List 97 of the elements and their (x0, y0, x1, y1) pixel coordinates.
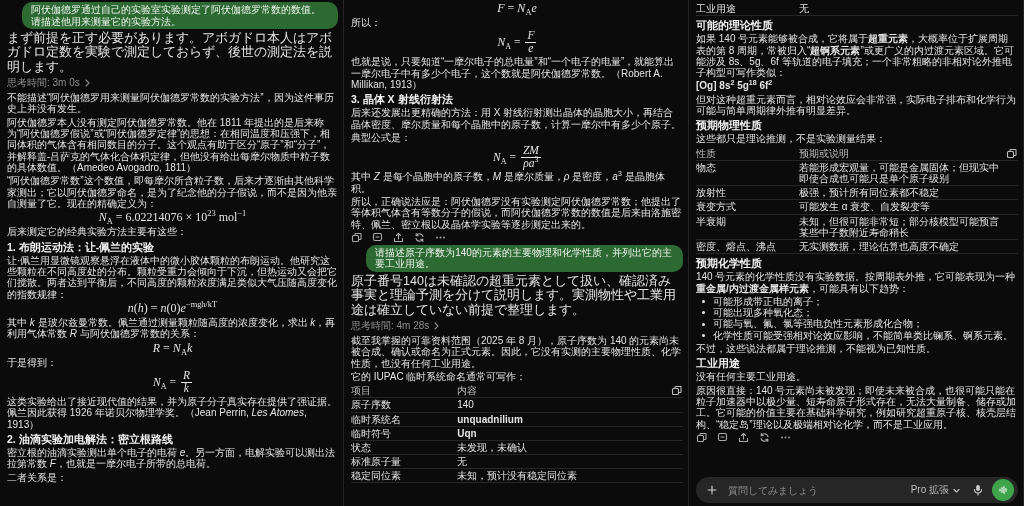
bullet-icon (702, 311, 705, 315)
paragraph: 密立根的油滴实验测出单个电子的电荷 e。另一方面，电解实验可以测出法拉第常数 F，也就是一摩尔电子所带的总电荷。 (7, 447, 337, 470)
copy-icon[interactable] (351, 231, 362, 243)
paragraph: 它的 IUPAC 临时系统命名通常可写作： (351, 370, 528, 383)
bullet-icon (702, 300, 705, 303)
comment-icon[interactable] (372, 231, 383, 243)
bullet-icon (702, 322, 705, 326)
comment-icon[interactable] (717, 431, 728, 443)
paragraph: 这些都只是理论推测，不是实验测量结果： (696, 133, 887, 145)
paragraph: 如果 140 号元素能够被合成，它将属于超重元素，大概率位于扩展周期表的第 8 周期，常被归入“超锕系元素”或更广义的内过渡元素区域。它可能涉及 8s、5g、6f 等轨道的电子填充；一个非常粗略的非相对论外推电子构型可写作类似： (696, 33, 1015, 79)
electron-configuration: [Og] 8s$^{2}$ 5g$^{18}$ 6f$^{2}$ (696, 80, 774, 92)
copy-icon[interactable] (671, 385, 682, 397)
formula: F = N$_{A}$e (497, 2, 537, 16)
paragraph: 原子番号140は未確認の超重元素として扱い、確認済み事実と理論予測を分けて説明します。実測物性や工業用途は確立していない前提で整理します。 (351, 273, 677, 317)
table-cell-text: 未知，预计没有稳定同位素 (457, 470, 579, 482)
refresh-icon[interactable] (759, 431, 770, 443)
section-heading: 3. 晶体 X 射线衍射法 (351, 93, 454, 106)
section-heading: 1. 布朗运动法：让-佩兰的实验 (7, 240, 156, 253)
paragraph: まず前提を正す必要があります。アボガドロ本人はアボガドロ定数を実験で測定しておらず、後世の測定法を説明します。 (7, 31, 333, 75)
paragraph: 典型公式是： (351, 132, 412, 144)
mode-dropdown[interactable]: Pro 拡張 (907, 481, 964, 499)
table-cell-text: 可能发生 α 衰变、自发裂变等 (799, 201, 932, 213)
section-heading: 预期化学性质 (696, 257, 763, 270)
formula: n(h) = n(0)e$^{−mgh/kT}$ (127, 301, 218, 315)
table-cell-text: 未知，但很可能非常短；部分核模型可能预言某些中子数附近寿命稍长 (799, 215, 1001, 238)
section-heading: 工业用途 (696, 357, 741, 370)
table-cell-text: 稳定同位素 (351, 470, 402, 482)
chevron-right-icon (432, 320, 441, 331)
paragraph: 这类实验给出了接近现代值的结果，并为原子分子真实存在提供了强证据。佩兰因此获得 1926 年诺贝尔物理学奖。（Jean Perrin, Les Atomes, 1913） (7, 396, 338, 430)
table-cell-text: 未发现，未确认 (457, 441, 529, 454)
table-cell-text: 标准原子量 (351, 456, 402, 468)
table-cell-text: Uqn (457, 427, 478, 439)
section-heading: 可能的理论性质 (696, 19, 774, 32)
section-heading: 2. 油滴实验加电解法：密立根路线 (7, 433, 174, 446)
table-cell-text: 若能形成宏观量，可能是金属固体；但现实中即使合成也可能只是单个原子级别 (799, 161, 1001, 185)
paragraph: 于是得到： (7, 356, 58, 369)
refresh-icon[interactable] (414, 231, 425, 243)
paragraph: 也就是说，只要知道“一摩尔电子的总电量”和“一个电子的电量”，就能算出一摩尔电子中有多少个电子，这个数就是阿伏伽德罗常数。（Robert A. Millikan, 1913） (351, 56, 676, 91)
table-cell-text: 物态 (696, 161, 717, 174)
table-cell-text: 放射性 (696, 187, 727, 199)
table-cell-text: unquadnilium (457, 413, 524, 425)
share-icon[interactable] (738, 431, 749, 443)
voice-mode-button[interactable] (992, 479, 1014, 501)
message-input[interactable]: 質問してみましょう (726, 483, 900, 497)
section-heading: 预期物理性质 (696, 119, 763, 132)
paragraph: 原因很直接：140 号元素尚未被发现；即使未来被合成，也很可能只能在粒子加速器中以极少量、短寿命原子形式存在，无法大量制备、储存或加工。它可能的价值主要在基础科学研究，例如研究超重原子核、核壳层结构、“稳定岛”理论以及极端相对论化学，而不是工业应用。 (696, 384, 1017, 430)
table-cell-text: 140 (457, 399, 475, 411)
thinking-time-toggle[interactable]: 思考時間: 4m 28s (351, 318, 441, 333)
copy-icon[interactable] (696, 431, 707, 443)
table-header: 性质 (696, 147, 717, 159)
paragraph: 其中 k 是玻尔兹曼常数。佩兰通过测量颗粒随高度的浓度变化，求出 k，再利用气体常数 R 与阿伏伽德罗常数的关系： (7, 317, 337, 340)
copy-icon[interactable] (1006, 147, 1017, 159)
paragraph: 二者关系是： (7, 471, 68, 483)
table-cell-text: 半衰期 (696, 215, 727, 227)
table-cell-text: 无 (799, 3, 811, 15)
paragraph: 不能描述“阿伏伽德罗用来测量阿伏伽德罗常数的实验方法”，因为这件事历史上并没有发生。 (7, 92, 335, 115)
paragraph: 其中 Z 是每个晶胞中的原子数，M 是摩尔质量，ρ 是密度，a$^{3}$ 是晶胞体积。 (351, 171, 666, 194)
table-cell-text: 无 (457, 456, 469, 468)
table-cell-text: 状态 (351, 441, 372, 454)
table-cell-text: 临时系统名 (351, 413, 402, 425)
table-cell-text: 密度、熔点、沸点 (696, 241, 777, 253)
paragraph: 后来还发展出更精确的方法：用 X 射线衍射测出晶体的晶胞大小，再结合晶体密度、摩尔质量和每个晶胞中的原子数，计算一摩尔中有多少个原子。 (351, 107, 682, 131)
paragraph: 没有任何主要工业用途。 (696, 371, 807, 383)
list-item: 可能与氧、氟、氯等强电负性元素形成化合物； (713, 318, 923, 330)
user-message-bubble: 阿伏伽德罗通过自己的实验室实验测定了阿伏伽德罗常数的数值。请描述他用来测量它的实验方法。 (22, 2, 338, 29)
paragraph: 后来测定它的经典实验方法主要有这些： (7, 226, 188, 238)
list-item: 可能形成带正电的离子； (713, 295, 823, 308)
share-icon[interactable] (393, 231, 404, 243)
formula: R = N$_{A}$k (152, 341, 193, 355)
table-cell-text: 工业用途 (696, 3, 737, 15)
table-header: 项目 (351, 385, 372, 397)
message-composer[interactable]: 質問してみましょう Pro 拡張 (696, 477, 1018, 503)
table-cell-text: 临时符号 (351, 427, 392, 439)
microphone-icon[interactable] (972, 484, 984, 496)
paragraph: 让·佩兰用显微镜观察悬浮在液体中的微小胶体颗粒的布朗运动。他研究这些颗粒在不同高度处的分布。颗粒受重力会倾向于下沉，但热运动又会把它们搅散。两者达到平衡后，不同高度的颗粒浓度满足类似大气压随高度变化的指数规律： (7, 254, 338, 300)
table-cell-text: 无实测数据，理论估算也高度不确定 (799, 241, 961, 253)
paragraph: 截至我掌握的可靠资料范围（2025 年 8 月），原子序数为 140 的元素尚未被合成、确认或命名为正式元素。因此，它没有实测的主要物理性质、化学性质，也没有任何工业用途。 (351, 334, 682, 369)
paragraph: 不过，这些说法都属于理论推测，不能视为已知性质。 (696, 343, 937, 355)
table-header: 内容 (457, 385, 479, 397)
paragraph: 所以，正确说法应是：阿伏伽德罗没有实验测定阿伏伽德罗常数；他提出了等体积气体含有等数分子的假说，而阿伏伽德罗常数的数值是后来由洛施密特、佩兰、密立根以及晶体学实验等逐步测定出来的。 (351, 195, 682, 230)
plus-icon[interactable] (706, 484, 718, 496)
table-header: 预期或说明 (799, 147, 851, 159)
paragraph: 阿伏伽德罗本人没有测定阿伏伽德罗常数。他在 1811 年提出的是后来称为“阿伏伽德罗假说”或“阿伏伽德罗定律”的思想：在相同温度和压强下，相同体积的气体含有相同数目的分子。这个观点有助于区分“原子”和“分子”，并解释盖-吕萨克的气体化合体积定律，但他没有给出每摩尔物质中粒子数的具体数值。（Amedeo Avogadro, 1811） (7, 116, 332, 174)
waveform-icon (997, 484, 1009, 496)
thinking-time-toggle[interactable]: 思考時間: 3m 0s (7, 76, 91, 91)
table-cell-text: 极强，预计所有同位素都不稳定 (799, 187, 941, 199)
paragraph: 140 号元素的化学性质没有实验数据。按周期表外推，它可能表现为一种重金属/内过渡金属样元素，可能具有以下趋势： (696, 271, 1017, 294)
bullet-icon (702, 333, 705, 337)
user-message-bubble: 请描述原子序数为140的元素的主要物理和化学性质，并列出它的主要工业用途。 (366, 244, 683, 272)
paragraph: 所以： (351, 17, 382, 29)
formula: N$_{A}$ = 6.02214076 × 10$^{23}$ mol$^{−1}$ (98, 211, 247, 225)
paragraph: “阿伏伽德罗常数”这个数值，即每摩尔所含粒子数，后来才逐渐由其他科学家测出；它以阿伏伽德罗命名，是为了纪念他的分子假说，而不是因为他亲自测量了它。现在的精确定义为： (7, 175, 338, 210)
list-item: 化学性质可能受强相对论效应影响，不能简单类比镧系、锕系元素。 (713, 329, 1013, 342)
paragraph: 但对这种超重元素而言，相对论效应会非常强，实际电子排布和化学行为可能与简单周期律外推有明显差异。 (696, 93, 1017, 117)
table-cell-text: 原子序数 (351, 399, 392, 411)
list-item: 可能出现多种氧化态； (713, 307, 813, 319)
table-cell-text: 衰变方式 (696, 201, 737, 213)
